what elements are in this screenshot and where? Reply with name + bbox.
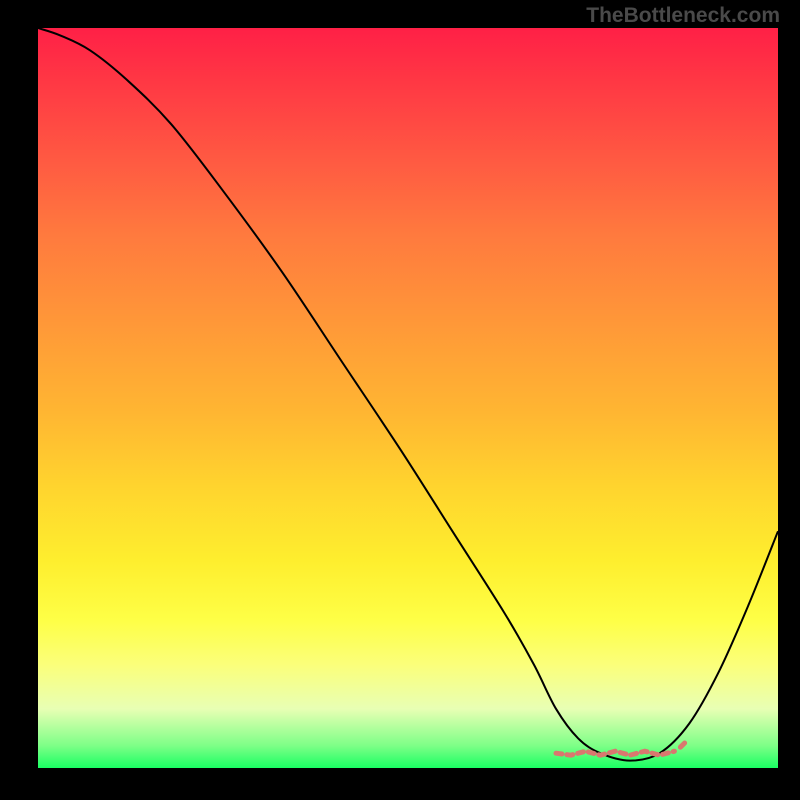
bottleneck-curve (38, 28, 778, 761)
plot-area (38, 28, 778, 768)
watermark-text: TheBottleneck.com (586, 4, 780, 28)
chart-svg (38, 28, 778, 768)
